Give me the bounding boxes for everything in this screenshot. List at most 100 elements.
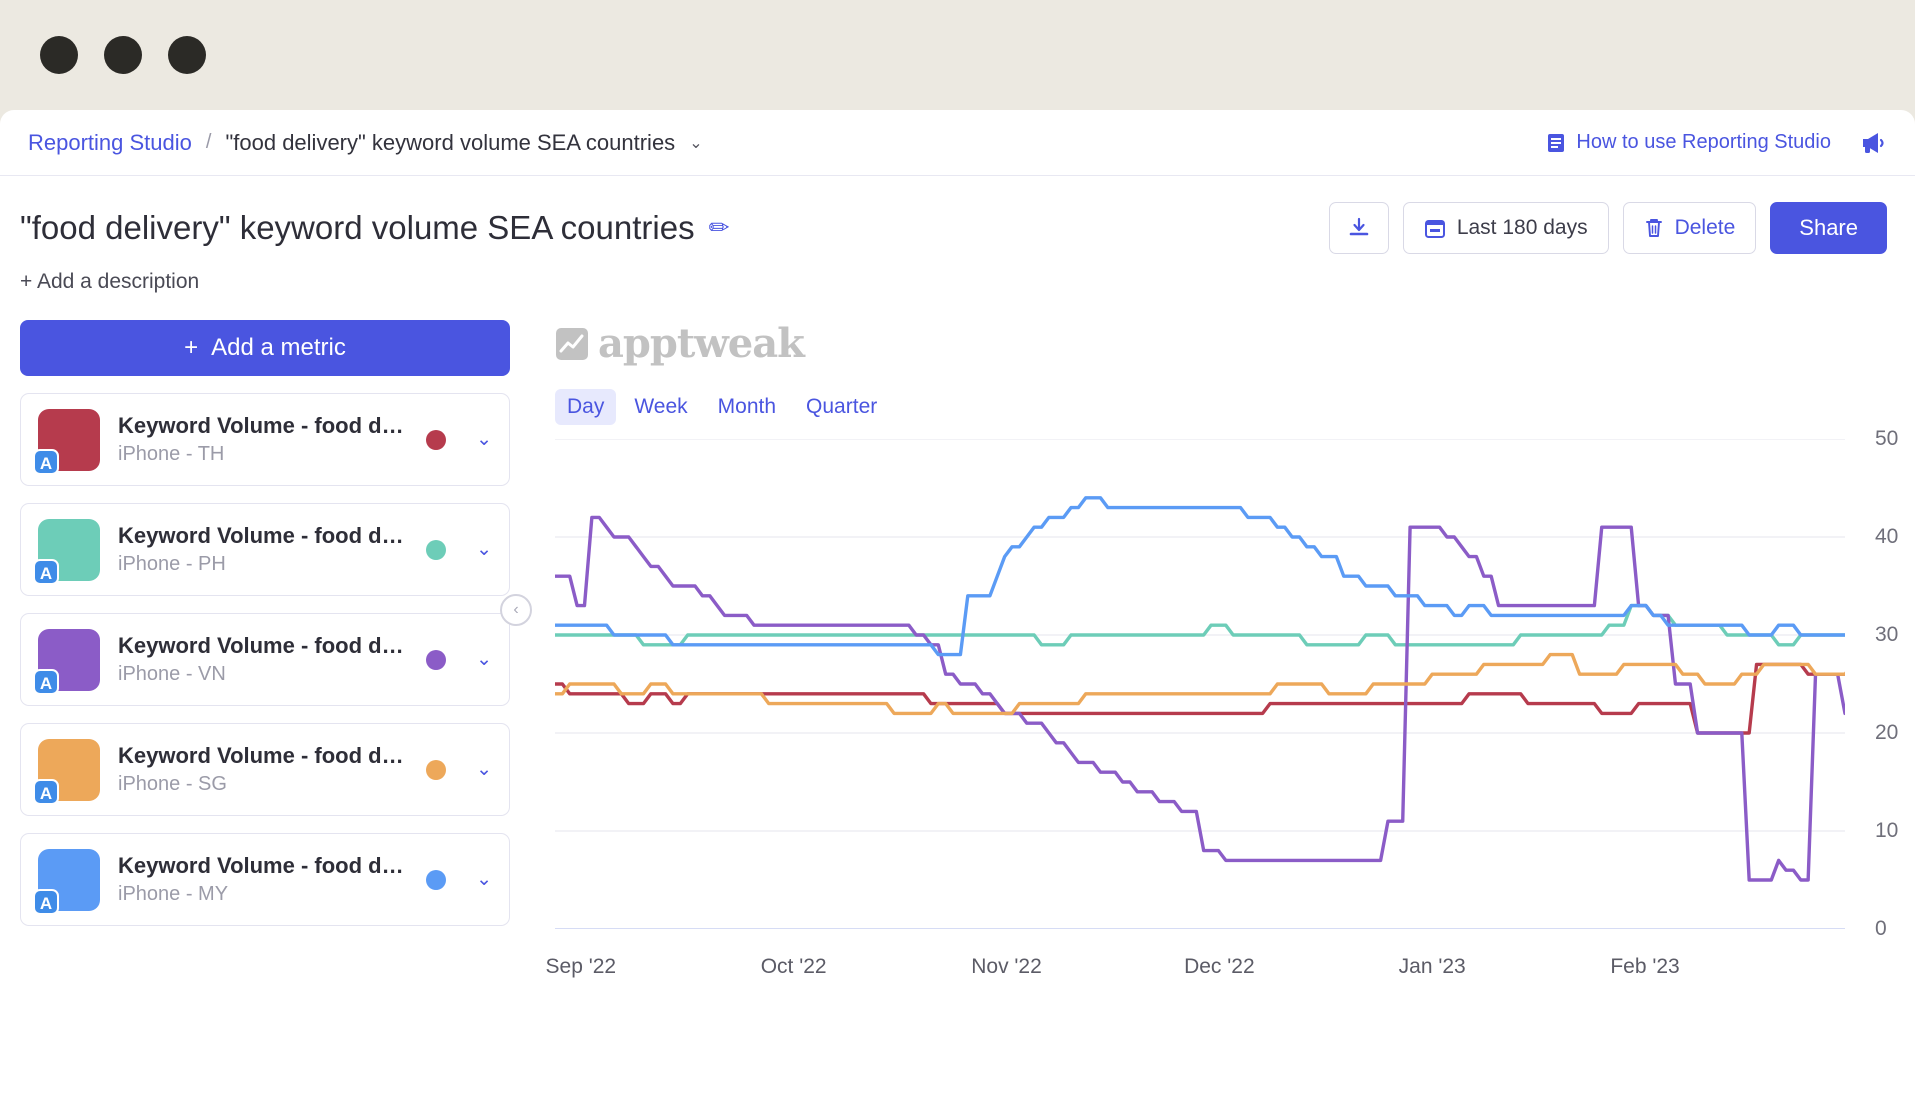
granularity-tab-day[interactable]: Day <box>555 389 616 425</box>
x-axis-tick-label: Dec '22 <box>1184 955 1255 979</box>
series-line <box>555 664 1845 733</box>
y-axis-tick-label: 20 <box>1875 721 1898 745</box>
share-label: Share <box>1799 215 1858 241</box>
edit-title-icon[interactable]: ✏ <box>709 213 730 243</box>
granularity-tab-month[interactable]: Month <box>706 389 788 425</box>
app-store-badge-icon: A <box>33 779 59 805</box>
app-window: Reporting Studio / "food delivery" keywo… <box>0 110 1915 1120</box>
content-area: + Add a metric A Keyword Volume - food de… <box>0 294 1915 929</box>
metric-title: Keyword Volume - food del... <box>118 853 408 879</box>
delete-label: Delete <box>1675 216 1736 240</box>
calendar-icon <box>1424 217 1446 239</box>
y-axis-tick-label: 40 <box>1875 525 1898 549</box>
download-button[interactable] <box>1329 202 1389 254</box>
metric-title: Keyword Volume - food del... <box>118 743 408 769</box>
metric-card-list: A Keyword Volume - food del...iPhone - TH… <box>20 393 510 926</box>
app-store-badge-icon: A <box>33 889 59 915</box>
add-description-link[interactable]: + Add a description <box>0 254 1915 294</box>
series-color-dot[interactable] <box>426 870 446 890</box>
app-store-badge-icon: A <box>33 449 59 475</box>
y-axis-labels: 01020304050 <box>1853 439 1915 929</box>
granularity-tab-week[interactable]: Week <box>622 389 699 425</box>
header-actions: Last 180 days Delete Share <box>1329 202 1887 254</box>
metric-text: Keyword Volume - food del... iPhone - VN <box>118 633 408 686</box>
breadcrumb: Reporting Studio / "food delivery" keywo… <box>0 110 1915 176</box>
chevron-down-icon[interactable]: ⌄ <box>476 868 492 891</box>
window-close-dot[interactable] <box>40 36 78 74</box>
x-axis-tick-label: Nov '22 <box>971 955 1042 979</box>
metric-card[interactable]: A Keyword Volume - food del...iPhone - PH… <box>20 503 510 596</box>
how-to-use-link[interactable]: How to use Reporting Studio <box>1546 131 1831 154</box>
app-thumbnail: A <box>38 849 100 911</box>
metrics-sidebar: + Add a metric A Keyword Volume - food de… <box>20 320 510 929</box>
app-thumbnail: A <box>38 739 100 801</box>
share-button[interactable]: Share <box>1770 202 1887 254</box>
app-store-badge-icon: A <box>33 559 59 585</box>
y-axis-tick-label: 30 <box>1875 623 1898 647</box>
metric-card[interactable]: A Keyword Volume - food del...iPhone - TH… <box>20 393 510 486</box>
chevron-down-icon[interactable]: ⌄ <box>476 538 492 561</box>
chevron-down-icon[interactable]: ⌄ <box>476 758 492 781</box>
metric-subtitle: iPhone - VN <box>118 663 408 686</box>
series-color-dot[interactable] <box>426 540 446 560</box>
metric-text: Keyword Volume - food del... iPhone - SG <box>118 743 408 796</box>
granularity-tab-quarter[interactable]: Quarter <box>794 389 889 425</box>
app-store-badge-icon: A <box>33 669 59 695</box>
metric-title: Keyword Volume - food del... <box>118 633 408 659</box>
page-header: "food delivery" keyword volume SEA count… <box>0 176 1915 254</box>
window-titlebar <box>0 0 1915 110</box>
window-maximize-dot[interactable] <box>168 36 206 74</box>
line-chart-svg <box>555 439 1845 929</box>
y-axis-tick-label: 50 <box>1875 427 1898 451</box>
y-axis-tick-label: 0 <box>1875 917 1887 941</box>
date-range-label: Last 180 days <box>1457 216 1588 240</box>
app-thumbnail: A <box>38 519 100 581</box>
apptweak-wordmark: apptweak <box>598 320 804 367</box>
metric-card[interactable]: A Keyword Volume - food del... iPhone - MY… <box>20 833 510 926</box>
trash-icon <box>1644 217 1664 239</box>
plus-icon: + <box>184 334 198 362</box>
breadcrumb-root-link[interactable]: Reporting Studio <box>28 130 192 156</box>
app-thumbnail: A <box>38 629 100 691</box>
series-line <box>555 498 1845 655</box>
chevron-down-icon[interactable]: ⌄ <box>689 133 702 153</box>
series-line <box>555 517 1845 880</box>
y-axis-tick-label: 10 <box>1875 819 1898 843</box>
series-color-dot[interactable] <box>426 760 446 780</box>
metric-card[interactable]: A Keyword Volume - food del... iPhone - SG… <box>20 723 510 816</box>
chart-plot-area: 01020304050 Sep '22Oct '22Nov '22Dec '22… <box>555 439 1845 929</box>
download-icon <box>1348 217 1370 239</box>
chart-square-icon <box>555 327 589 361</box>
book-icon <box>1546 132 1566 154</box>
x-axis-labels: Sep '22Oct '22Nov '22Dec '22Jan '23Feb '… <box>555 937 1845 977</box>
megaphone-icon[interactable] <box>1857 129 1887 157</box>
date-range-button[interactable]: Last 180 days <box>1403 202 1609 254</box>
series-color-dot[interactable] <box>426 650 446 670</box>
app-thumbnail: A <box>38 409 100 471</box>
add-metric-label: Add a metric <box>211 334 346 362</box>
chevron-down-icon[interactable]: ⌄ <box>476 648 492 671</box>
metric-subtitle: iPhone - PH <box>118 553 408 576</box>
add-metric-button[interactable]: + Add a metric <box>20 320 510 376</box>
chart-panel: apptweak DayWeekMonthQuarter 01020304050… <box>510 320 1895 929</box>
breadcrumb-current: "food delivery" keyword volume SEA count… <box>225 130 675 156</box>
breadcrumb-separator: / <box>206 131 212 154</box>
x-axis-tick-label: Oct '22 <box>761 955 827 979</box>
x-axis-tick-label: Jan '23 <box>1399 955 1466 979</box>
metric-text: Keyword Volume - food del...iPhone - TH <box>118 413 408 466</box>
x-axis-tick-label: Sep '22 <box>546 955 617 979</box>
window-minimize-dot[interactable] <box>104 36 142 74</box>
metric-text: Keyword Volume - food del... iPhone - MY <box>118 853 408 906</box>
breadcrumb-right-group: How to use Reporting Studio <box>1546 129 1887 157</box>
granularity-tabs: DayWeekMonthQuarter <box>555 389 1895 425</box>
apptweak-logo: apptweak <box>555 320 1895 367</box>
metric-subtitle: iPhone - MY <box>118 883 408 906</box>
metric-card[interactable]: A Keyword Volume - food del... iPhone - VN… <box>20 613 510 706</box>
page-title: "food delivery" keyword volume SEA count… <box>20 209 695 247</box>
chevron-down-icon[interactable]: ⌄ <box>476 428 492 451</box>
series-color-dot[interactable] <box>426 430 446 450</box>
metric-text: Keyword Volume - food del...iPhone - PH <box>118 523 408 576</box>
metric-subtitle: iPhone - SG <box>118 773 408 796</box>
how-to-use-label: How to use Reporting Studio <box>1576 131 1831 154</box>
delete-button[interactable]: Delete <box>1623 202 1757 254</box>
